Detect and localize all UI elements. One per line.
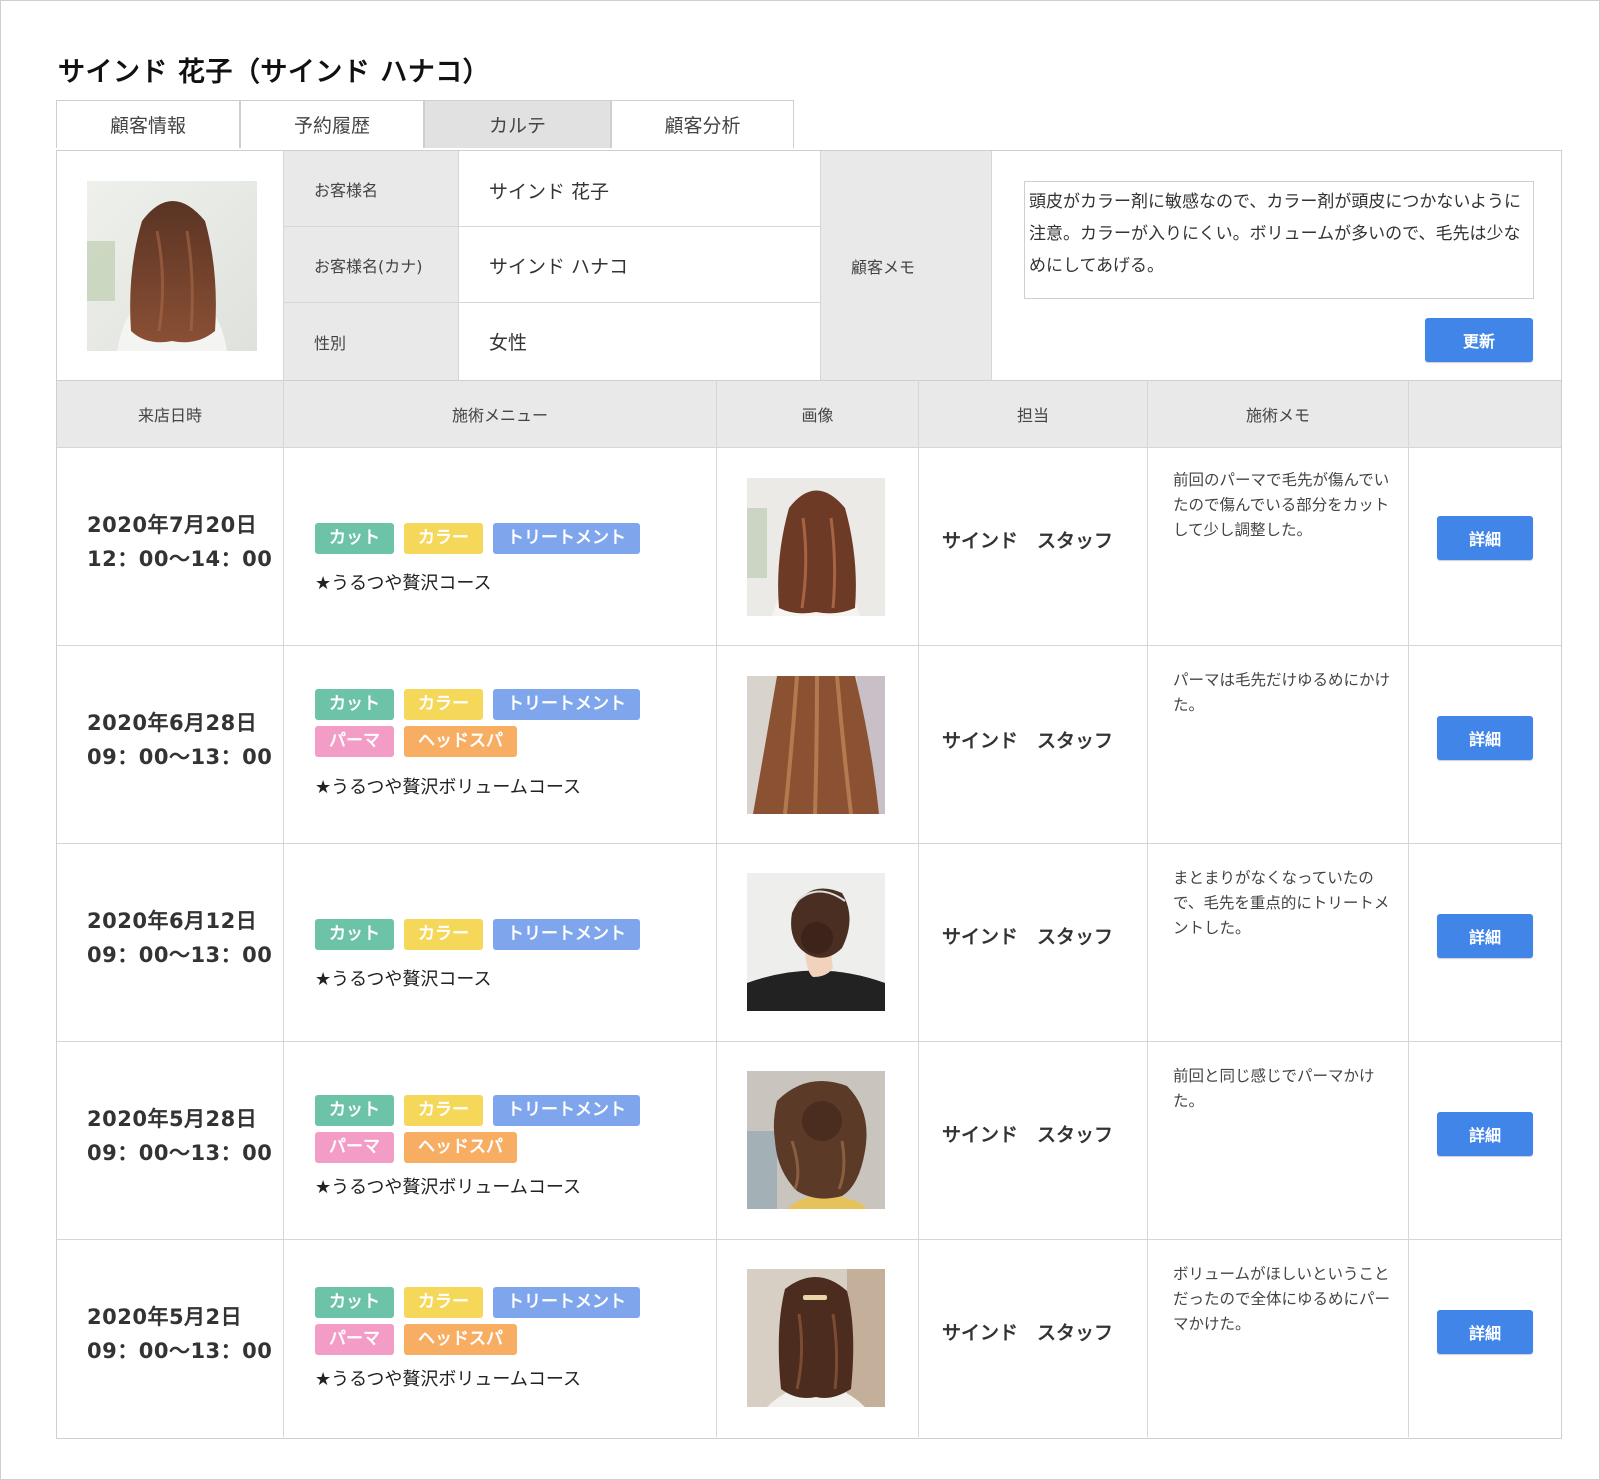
- visit-time: 09：00〜13：00: [87, 943, 273, 967]
- customer-photo: [87, 181, 257, 351]
- name-label: お客様名: [284, 151, 458, 226]
- menu-tag: トリートメント: [493, 1095, 640, 1126]
- staff-name: サインド スタッフ: [942, 1322, 1114, 1344]
- tab-karte[interactable]: カルテ: [424, 100, 611, 148]
- menu-tag: パーマ: [315, 726, 394, 757]
- menu-tag: トリートメント: [493, 523, 640, 554]
- detail-button[interactable]: 詳細: [1437, 1310, 1533, 1354]
- staff-name: サインド スタッフ: [942, 926, 1114, 948]
- visit-date: 2020年5月2日: [87, 1305, 243, 1329]
- visit-date: 2020年5月28日: [87, 1107, 258, 1131]
- page-title: サインド 花子（サインド ハナコ）: [58, 57, 491, 88]
- treatment-memo: まとまりがなくなっていたので、毛先を重点的にトリートメントした。: [1173, 869, 1390, 937]
- menu-tag: カット: [315, 523, 394, 554]
- visit-date: 2020年6月12日: [87, 909, 258, 933]
- update-button[interactable]: 更新: [1425, 318, 1533, 362]
- menu-tag: カット: [315, 689, 394, 720]
- menu-tag: パーマ: [315, 1132, 394, 1163]
- visit-date: 2020年6月28日: [87, 711, 258, 735]
- visit-datetime: 2020年5月2日 09：00〜13：00: [87, 1300, 272, 1368]
- menu-tags: カット カラー トリートメント: [315, 919, 735, 956]
- course-name: ★うるつや贅沢コース: [315, 969, 492, 990]
- menu-tag: カラー: [404, 1095, 483, 1126]
- treatment-memo: 前回と同じ感じでパーマかけた。: [1173, 1067, 1375, 1110]
- gender-label: 性別: [284, 303, 458, 380]
- course-name: ★うるつや贅沢コース: [315, 573, 492, 594]
- detail-button[interactable]: 詳細: [1437, 516, 1533, 560]
- course-name: ★うるつや贅沢ボリュームコース: [315, 1369, 581, 1390]
- visit-datetime: 2020年5月28日 09：00〜13：00: [87, 1102, 272, 1170]
- detail-button[interactable]: 詳細: [1437, 716, 1533, 760]
- table-row: 2020年5月2日 09：00〜13：00 カット カラー トリートメントパーマ ヘッ…: [57, 1239, 1561, 1437]
- customer-memo-textarea[interactable]: 頭皮がカラー剤に敏感なので、カラー剤が頭皮につかないように注意。カラーが入りにく…: [1024, 181, 1534, 299]
- customer-name: サインド 花子: [489, 181, 610, 203]
- treatment-image[interactable]: [747, 1071, 885, 1209]
- visit-datetime: 2020年7月20日 12：00〜14：00: [87, 508, 272, 576]
- header-visit-datetime: 来店日時: [137, 406, 202, 425]
- kana-label: お客様名(カナ): [284, 227, 458, 302]
- treatment-image[interactable]: [747, 1269, 885, 1407]
- staff-name: サインド スタッフ: [942, 1124, 1114, 1146]
- menu-tags: カット カラー トリートメントパーマ ヘッドスパ: [315, 1287, 735, 1361]
- menu-tag: ヘッドスパ: [404, 1324, 517, 1355]
- treatment-memo: ボリュームがほしいということだったので全体にゆるめにパーマかけた。: [1173, 1265, 1391, 1333]
- treatment-image[interactable]: [747, 676, 885, 814]
- header-staff: 担当: [1016, 406, 1049, 425]
- tab-customer-analysis[interactable]: 顧客分析: [611, 100, 794, 148]
- menu-tag: カラー: [404, 689, 483, 720]
- menu-tag: カット: [315, 1095, 394, 1126]
- customer-gender: 女性: [489, 332, 528, 354]
- visit-time: 12：00〜14：00: [87, 547, 273, 571]
- memo-label: 顧客メモ: [821, 151, 991, 380]
- detail-button[interactable]: 詳細: [1437, 914, 1533, 958]
- visit-date: 2020年7月20日: [87, 513, 258, 537]
- menu-tags: カット カラー トリートメント: [315, 523, 735, 560]
- treatment-image[interactable]: [747, 478, 885, 616]
- table-row: 2020年5月28日 09：00〜13：00 カット カラー トリートメントパーマヘ…: [57, 1041, 1561, 1239]
- course-name: ★うるつや贅沢ボリュームコース: [315, 777, 581, 798]
- header-memo: 施術メモ: [1245, 406, 1310, 425]
- menu-tag: パーマ: [315, 1324, 394, 1355]
- menu-tags: カット カラー トリートメントパーマ ヘッドスパ: [315, 689, 735, 763]
- detail-button[interactable]: 詳細: [1437, 1112, 1533, 1156]
- customer-info-panel: お客様名 お客様名(カナ) 性別 サインド 花子 サインド ハナコ 女性 顧客メ…: [56, 150, 1562, 381]
- visit-time: 09：00〜13：00: [87, 1339, 273, 1363]
- treatment-image[interactable]: [747, 873, 885, 1011]
- table-row: 2020年6月12日 09：00〜13：00 カット カラー トリートメント ★うる…: [57, 843, 1561, 1041]
- treatment-history-table: 来店日時 施術メニュー 画像 担当 施術メモ 2020年7月20日 12：00〜…: [56, 381, 1562, 1439]
- menu-tag: ヘッドスパ: [404, 1132, 517, 1163]
- menu-tag: トリートメント: [493, 1287, 640, 1318]
- customer-kana: サインド ハナコ: [489, 256, 629, 278]
- menu-tag: トリートメント: [493, 689, 640, 720]
- menu-tag: トリートメント: [493, 919, 640, 950]
- staff-name: サインド スタッフ: [942, 730, 1114, 752]
- header-menu: 施術メニュー: [451, 406, 548, 425]
- table-row: 2020年6月28日 09：00〜13：00 カット カラー トリートメントパーマヘ…: [57, 645, 1561, 843]
- menu-tag: カット: [315, 1287, 394, 1318]
- treatment-memo: パーマは毛先だけゆるめにかけた。: [1173, 671, 1391, 714]
- menu-tag: カラー: [404, 523, 483, 554]
- course-name: ★うるつや贅沢ボリュームコース: [315, 1177, 581, 1198]
- tab-customer-info[interactable]: 顧客情報: [56, 100, 240, 148]
- visit-datetime: 2020年6月28日 09：00〜13：00: [87, 706, 272, 774]
- header-image: 画像: [801, 406, 834, 425]
- visit-time: 09：00〜13：00: [87, 1141, 273, 1165]
- menu-tag: カラー: [404, 1287, 483, 1318]
- menu-tag: カラー: [404, 919, 483, 950]
- table-row: 2020年7月20日 12：00〜14：00 カット カラー トリートメント ★うる…: [57, 447, 1561, 645]
- visit-time: 09：00〜13：00: [87, 745, 273, 769]
- treatment-memo: 前回のパーマで毛先が傷んでいたので傷んでいる部分をカットして少し調整した。: [1173, 471, 1390, 539]
- staff-name: サインド スタッフ: [942, 530, 1114, 552]
- visit-datetime: 2020年6月12日 09：00〜13：00: [87, 904, 272, 972]
- tab-reservation-history[interactable]: 予約履歴: [240, 100, 424, 148]
- menu-tag: カット: [315, 919, 394, 950]
- menu-tag: ヘッドスパ: [404, 726, 517, 757]
- menu-tags: カット カラー トリートメントパーマ ヘッドスパ: [315, 1095, 735, 1169]
